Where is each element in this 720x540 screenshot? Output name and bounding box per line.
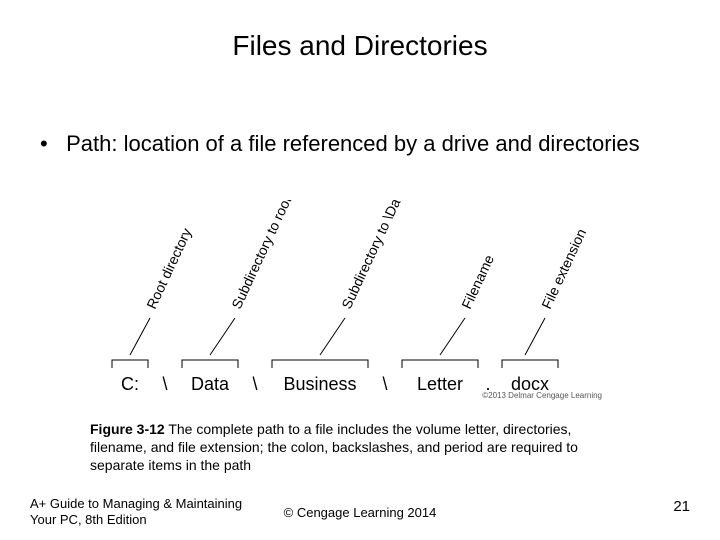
path-part-data: Data — [191, 374, 230, 394]
path-sep-2: \ — [382, 374, 387, 394]
slide-title: Files and Directories — [0, 30, 720, 62]
bullet-item: • Path: location of a file referenced by… — [40, 130, 660, 159]
label-filename: Filename — [458, 252, 497, 311]
path-sep-0: \ — [162, 374, 167, 394]
label-extension: File extension — [538, 226, 589, 311]
bullet-text: Path: location of a file referenced by a… — [66, 130, 656, 159]
path-part-business: Business — [283, 374, 356, 394]
path-part-drive: C: — [121, 374, 139, 394]
label-subdir-data: Subdirectory to \Data — [338, 200, 408, 311]
path-sep-1: \ — [252, 374, 257, 394]
figure-credit: ©2013 Delmar Cengage Learning — [482, 391, 602, 400]
figure-caption: Figure 3-12 The complete path to a file … — [90, 420, 620, 475]
bullet-dot: • — [40, 130, 60, 159]
label-root: Root directory — [143, 226, 194, 312]
label-subdir-root: Subdirectory to root — [228, 200, 294, 311]
footer-copyright: © Cengage Learning 2014 — [0, 505, 720, 520]
slide: Files and Directories • Path: location o… — [0, 0, 720, 540]
page-number: 21 — [673, 498, 690, 515]
caption-lead: Figure 3-12 — [90, 421, 165, 437]
path-diagram: Root directory Subdirectory to root Subd… — [100, 200, 620, 400]
path-part-letter: Letter — [417, 374, 463, 394]
